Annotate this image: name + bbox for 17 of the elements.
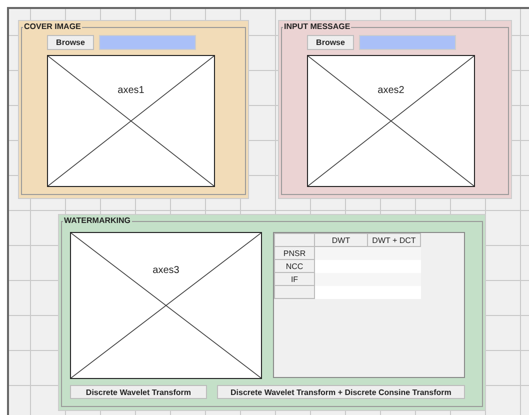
- path-field[interactable]: [359, 35, 456, 50]
- browse-button[interactable]: Browse: [47, 35, 94, 50]
- panel-title: INPUT MESSAGE: [283, 22, 352, 31]
- transform-button[interactable]: Discrete Wavelet Transform + Discrete Consine Transform: [216, 385, 465, 399]
- column-header: DWT + DCT: [368, 234, 420, 246]
- axes-label: axes2: [376, 84, 406, 96]
- row-header: PNSR: [274, 246, 314, 260]
- row-header: NCC: [274, 260, 314, 272]
- row-header: IF: [274, 272, 314, 286]
- path-field[interactable]: [99, 35, 196, 50]
- axes-label: axes1: [116, 84, 146, 96]
- column-header: DWT: [314, 234, 368, 246]
- browse-button[interactable]: Browse: [307, 35, 354, 50]
- transform-button[interactable]: Discrete Wavelet Transform: [70, 385, 207, 399]
- panel-title: COVER IMAGE: [23, 22, 82, 31]
- axes-label: axes3: [152, 264, 180, 276]
- panel-title: WATERMARKING: [63, 216, 132, 225]
